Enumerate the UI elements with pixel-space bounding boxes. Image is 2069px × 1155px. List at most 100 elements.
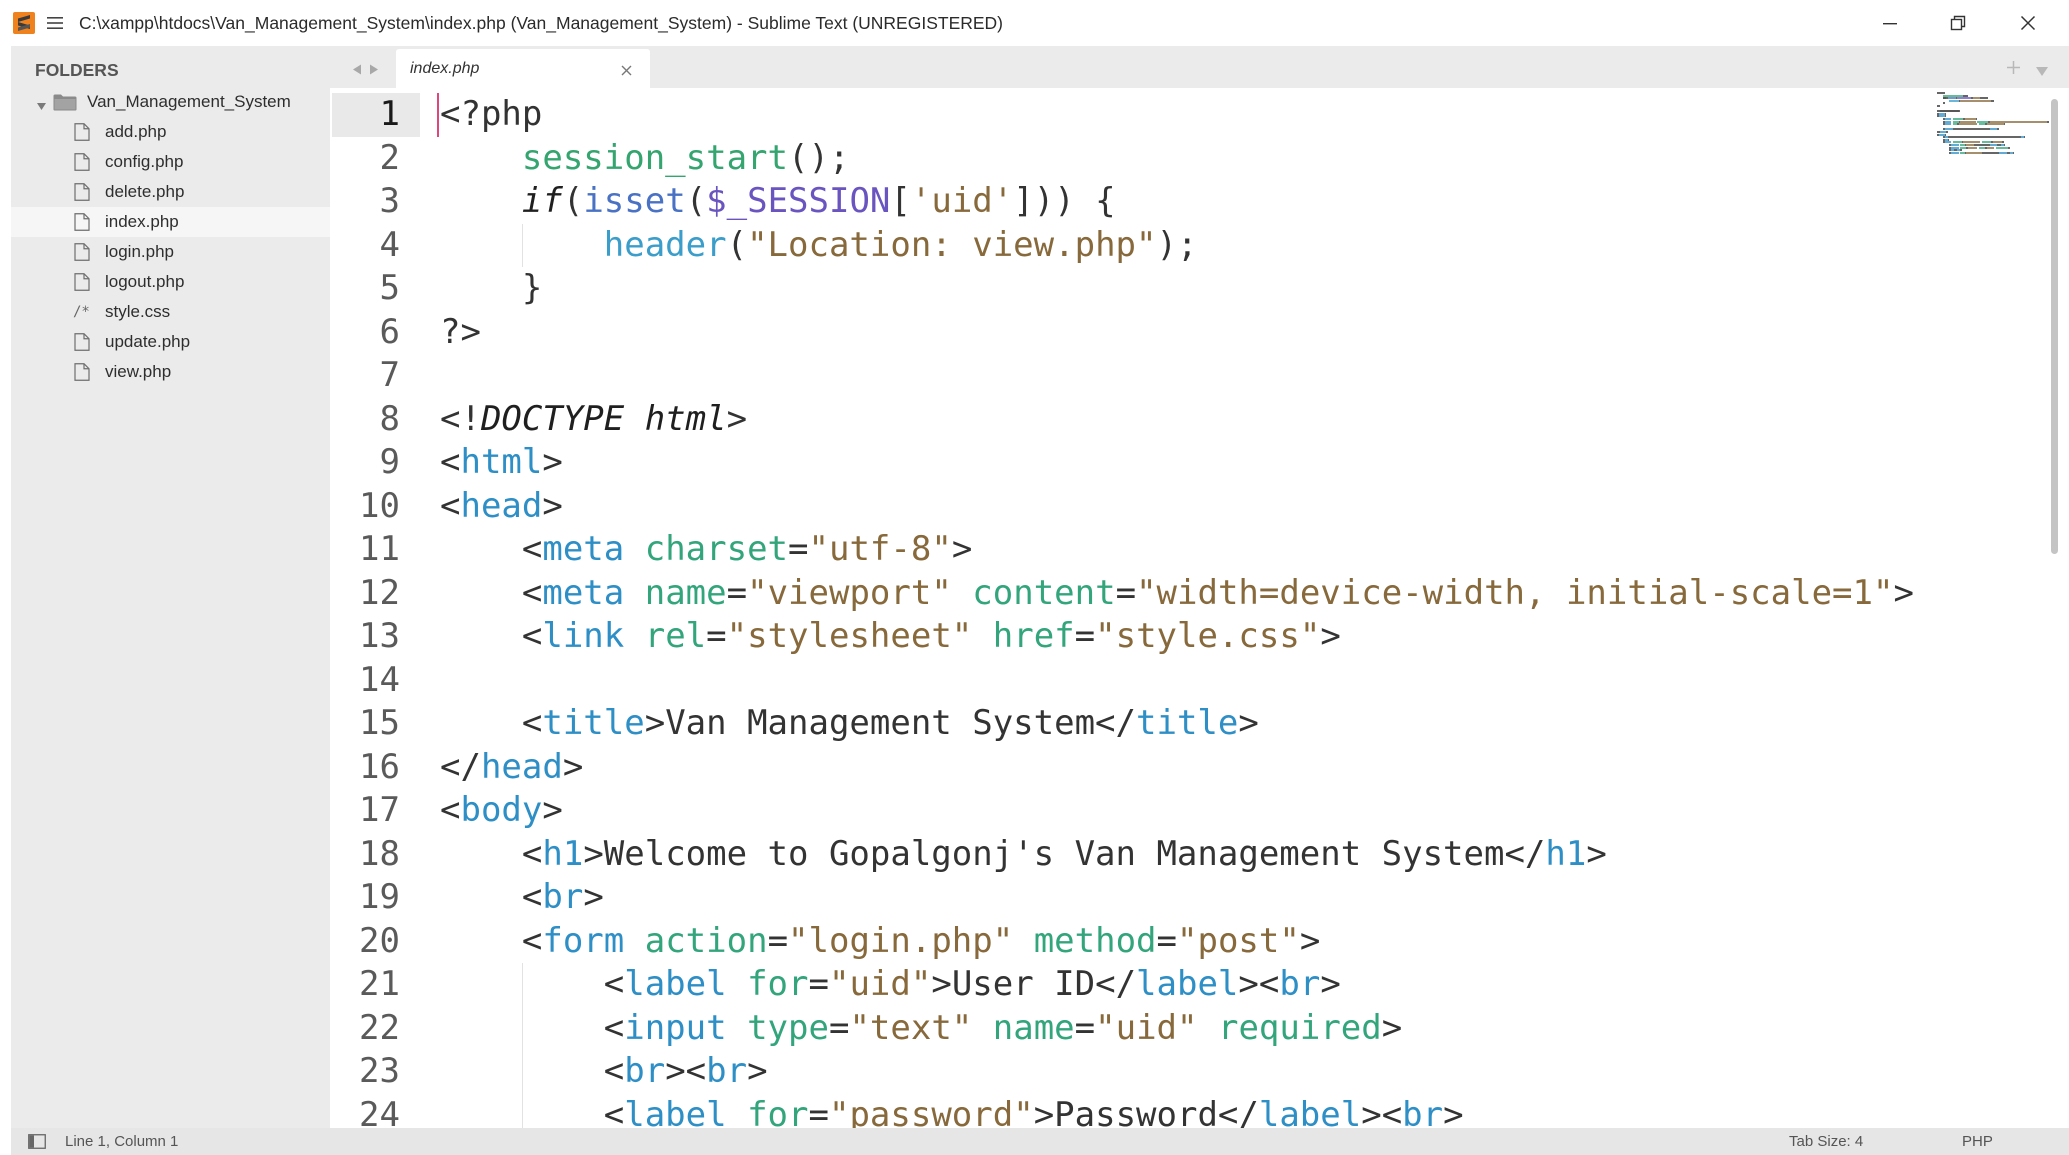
code-token: h1 bbox=[542, 833, 584, 874]
code-line[interactable]: <h1>Welcome to Gopalgonj's Van Managemen… bbox=[440, 833, 1914, 877]
line-number: 15 bbox=[359, 703, 400, 743]
restore-button[interactable] bbox=[1927, 0, 1989, 46]
code-line[interactable]: <br> bbox=[440, 876, 1914, 920]
tab-bar[interactable]: index.php bbox=[330, 46, 2069, 88]
code-token: "viewport" bbox=[747, 572, 952, 613]
code-line[interactable]: <body> bbox=[440, 789, 1914, 833]
sidebar-item-view-php[interactable]: view.php bbox=[11, 357, 330, 387]
title-bar[interactable]: C:\xampp\htdocs\Van_Management_System\in… bbox=[0, 0, 2069, 46]
close-icon[interactable] bbox=[621, 63, 632, 76]
code-line[interactable] bbox=[440, 659, 1914, 703]
tab-label: index.php bbox=[410, 60, 480, 77]
code-token: ?> bbox=[440, 311, 481, 352]
sidebar-item-label: update.php bbox=[105, 332, 191, 351]
sidebar-root-folder[interactable]: Van_Management_System bbox=[11, 87, 330, 117]
code-token: br bbox=[542, 877, 584, 917]
code-line[interactable]: } bbox=[440, 267, 1914, 311]
code-token: session_start bbox=[521, 137, 788, 178]
vertical-scrollbar-thumb[interactable] bbox=[2051, 99, 2058, 554]
code-token: header bbox=[603, 224, 727, 265]
code-token: method bbox=[1033, 920, 1157, 961]
code-line[interactable]: <meta name="viewport" content="width=dev… bbox=[440, 572, 1914, 616]
code-token: br bbox=[1402, 1094, 1444, 1129]
tab-forward-arrow-icon[interactable] bbox=[369, 62, 379, 75]
minimap-mark bbox=[2008, 146, 2010, 149]
sidebar-item-config-php[interactable]: config.php bbox=[11, 147, 330, 177]
code-line[interactable]: <br><br> bbox=[440, 1050, 1914, 1094]
file-icon bbox=[74, 363, 90, 381]
code-token: > bbox=[542, 442, 563, 482]
plus-icon[interactable] bbox=[2007, 61, 2020, 74]
code-line[interactable]: <?php bbox=[440, 93, 1914, 137]
code-line[interactable]: header("Location: view.php"); bbox=[440, 223, 1914, 267]
code-line[interactable]: if(isset($_SESSION['uid'])) { bbox=[440, 180, 1914, 224]
code-line[interactable]: <html> bbox=[440, 441, 1914, 485]
sidebar-item-delete-php[interactable]: delete.php bbox=[11, 177, 330, 207]
panel-toggle-icon[interactable] bbox=[28, 1134, 46, 1149]
sidebar-item-style-css[interactable]: /* style.css bbox=[11, 297, 330, 327]
syntax-selector[interactable]: PHP bbox=[1962, 1128, 1993, 1155]
minimap-mark bbox=[1968, 146, 1978, 149]
code-token: head bbox=[460, 485, 543, 526]
code-line[interactable]: <head> bbox=[440, 485, 1914, 529]
sidebar-item-add-php[interactable]: add.php bbox=[11, 117, 330, 147]
line-number: 24 bbox=[359, 1094, 400, 1129]
tab-size[interactable]: Tab Size: 4 bbox=[1789, 1128, 1863, 1155]
minimap-mark bbox=[1986, 123, 2004, 126]
cursor-position[interactable]: Line 1, Column 1 bbox=[65, 1128, 178, 1155]
code-line[interactable]: <meta charset="utf-8"> bbox=[440, 528, 1914, 572]
expand-triangle-icon[interactable] bbox=[37, 98, 46, 110]
sidebar-item-label: view.php bbox=[105, 362, 172, 381]
minimize-button[interactable] bbox=[1859, 0, 1921, 46]
sidebar-item-login-php[interactable]: login.php bbox=[11, 237, 330, 267]
code-token: charset bbox=[644, 529, 789, 569]
code-line[interactable]: session_start(); bbox=[440, 137, 1914, 181]
sidebar-item-label: config.php bbox=[105, 152, 184, 171]
sidebar-item-index-php[interactable]: index.php bbox=[11, 207, 330, 237]
code-token: h1 bbox=[1545, 833, 1587, 874]
code-token: for bbox=[747, 964, 809, 1004]
code-line[interactable]: <label for="uid">User ID</label><br> bbox=[440, 963, 1914, 1007]
hamburger-menu-icon[interactable] bbox=[47, 16, 63, 30]
code-token: name bbox=[644, 572, 727, 613]
code-line[interactable]: </head> bbox=[440, 746, 1914, 790]
tab-back-arrow-icon[interactable] bbox=[352, 62, 362, 75]
code-token: < bbox=[440, 442, 461, 482]
code-line[interactable]: <input type="text" name="uid" required> bbox=[440, 1006, 1914, 1050]
sublime-text-icon[interactable] bbox=[13, 12, 35, 34]
minimap-mark bbox=[1946, 131, 1948, 133]
code-token: >< bbox=[1361, 1094, 1403, 1129]
code-token: >Van Management System</ bbox=[644, 703, 1136, 743]
sidebar-item-logout-php[interactable]: logout.php bbox=[11, 267, 330, 297]
minimap[interactable] bbox=[1937, 92, 2049, 172]
sidebar-item-update-php[interactable]: update.php bbox=[11, 327, 330, 357]
code-line[interactable] bbox=[440, 354, 1914, 398]
code-token: (); bbox=[788, 137, 850, 178]
close-window-button[interactable] bbox=[1997, 0, 2059, 46]
code-token: href bbox=[992, 616, 1075, 656]
line-number: 8 bbox=[379, 398, 400, 439]
code-token: "stylesheet" bbox=[726, 616, 973, 656]
code-line[interactable]: <link rel="stylesheet" href="style.css"> bbox=[440, 615, 1914, 659]
code-editor[interactable]: 1 2 3 4 5 6 7 8 9 10 11 12 13 14 15 16 17 18 19 20 21 22 23 24 … bbox=[330, 88, 2069, 1128]
code-token: <! bbox=[440, 398, 481, 439]
indent-guide bbox=[521, 963, 523, 1007]
code-line[interactable]: <form action="login.php" method="post"> bbox=[440, 920, 1914, 964]
code-line[interactable]: ?> bbox=[440, 311, 1914, 355]
code-line[interactable]: <label for="password">Password</label><b… bbox=[440, 1093, 1914, 1129]
sidebar[interactable]: FOLDERS Van_Management_System add.php con… bbox=[11, 46, 330, 1128]
tab-index-php[interactable]: index.php bbox=[396, 49, 650, 88]
code-line[interactable]: <!DOCTYPE html> bbox=[440, 398, 1914, 442]
chevron-down-icon[interactable] bbox=[2036, 63, 2048, 76]
code-area[interactable]: <?php session_start(); if(isset($_SESSIO… bbox=[440, 93, 1914, 1128]
code-token: > bbox=[542, 485, 563, 526]
code-token: < bbox=[440, 1007, 625, 1048]
minimap-mark bbox=[1995, 146, 2009, 149]
file-icon bbox=[74, 123, 90, 141]
code-token: < bbox=[440, 1051, 625, 1091]
file-icon bbox=[74, 213, 90, 231]
code-line[interactable]: <title>Van Management System</title> bbox=[440, 702, 1914, 746]
